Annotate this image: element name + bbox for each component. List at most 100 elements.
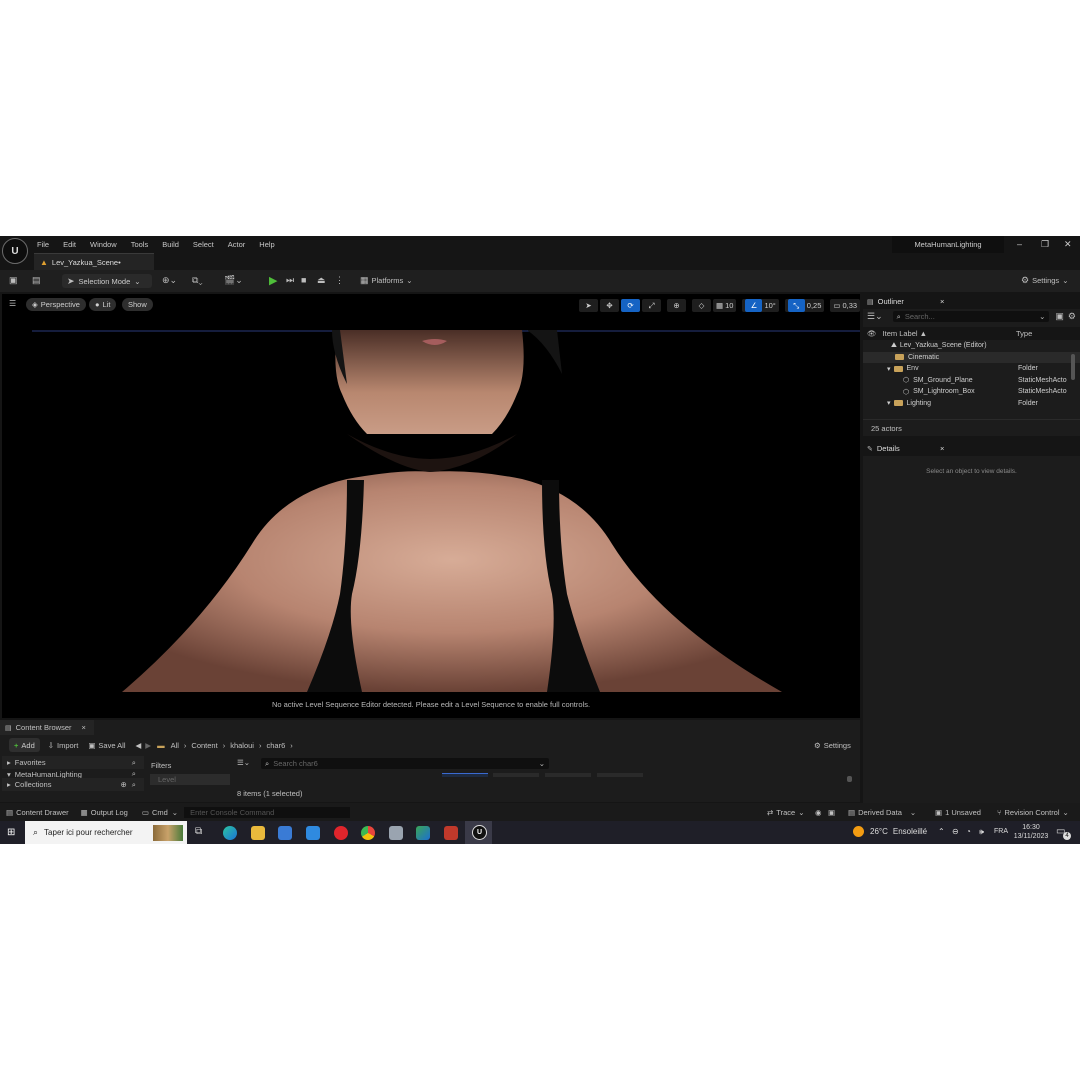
unreal-logo-icon[interactable]: U <box>2 238 28 264</box>
trace-button[interactable]: ⇄ Trace ⌄ <box>767 808 805 817</box>
content-drawer-button[interactable]: ▤ Content Drawer <box>6 808 69 817</box>
search-icon[interactable]: ⌕ <box>132 780 136 790</box>
visibility-icon[interactable]: 👁 <box>867 329 877 338</box>
chrome-icon[interactable] <box>361 826 375 840</box>
menu-select[interactable]: Select <box>193 240 214 249</box>
blueprint-icon[interactable]: ⧉⌄ <box>192 275 203 286</box>
browse-icon[interactable]: ▤ <box>32 275 41 286</box>
weather-widget[interactable]: 26°C Ensoleillé <box>853 826 927 837</box>
stop-icon[interactable]: ■ <box>301 275 306 285</box>
outliner-row[interactable]: ⬡ SM_Lightroom_Box StaticMeshActo <box>863 386 1080 398</box>
column-item-label[interactable]: Item Label ▲ <box>883 329 928 338</box>
scale-tool-icon[interactable]: ⤢ <box>642 299 661 312</box>
save-icon[interactable]: ▣ <box>9 275 18 286</box>
breadcrumb-content[interactable]: Content <box>191 741 217 750</box>
close-icon[interactable]: × <box>940 444 944 453</box>
outliner-row[interactable]: ▾ Lighting Folder <box>863 398 1080 410</box>
level-viewport[interactable]: ☰ ◈ Perspective ● Lit Show ➤ ✥ ⟳ ⤢ ⊕ ◇ ▦ <box>2 294 860 718</box>
app-icon[interactable] <box>444 826 458 840</box>
taskbar-search[interactable]: ⌕ Taper ici pour rechercher <box>25 821 187 844</box>
revision-control-button[interactable]: ⑂ Revision Control ⌄ <box>997 808 1069 817</box>
breadcrumb-all[interactable]: All <box>171 741 179 750</box>
select-tool-icon[interactable]: ➤ <box>579 299 598 312</box>
gear-icon[interactable]: ⚙ <box>1068 311 1076 322</box>
clock[interactable]: 16:30 13/11/2023 <box>1012 823 1050 841</box>
outliner-row[interactable]: Cinematic <box>863 351 1080 363</box>
language-indicator[interactable]: FRA <box>994 828 1008 835</box>
column-type[interactable]: Type <box>1016 329 1032 338</box>
app-icon[interactable] <box>416 826 430 840</box>
minimize-icon[interactable]: – <box>1017 239 1022 249</box>
menu-file[interactable]: File <box>37 240 49 249</box>
selection-mode-button[interactable]: ➤ Selection Mode ⌄ <box>62 274 152 288</box>
import-button[interactable]: ⇩ Import <box>48 741 79 750</box>
console-input[interactable]: Enter Console Command <box>184 806 351 818</box>
lit-button[interactable]: ● Lit <box>89 298 117 311</box>
output-log-button[interactable]: ▦ Output Log <box>81 808 128 817</box>
favorites-section[interactable]: ▸ Favorites ⌕ <box>2 756 144 769</box>
chevron-up-icon[interactable]: ⌃ <box>938 827 945 836</box>
camera-speed-button[interactable]: ▭ 0,33 <box>830 299 860 312</box>
cinematics-icon[interactable]: 🎬⌄ <box>224 275 243 286</box>
windows-start-icon[interactable]: ⊞ <box>7 827 15 838</box>
breadcrumb-char6[interactable]: char6 <box>266 741 285 750</box>
world-space-icon[interactable]: ⊕ <box>667 299 686 312</box>
surface-snap-icon[interactable]: ◇ <box>692 299 711 312</box>
save-all-button[interactable]: ▣ Save All <box>88 741 125 750</box>
derived-data-button[interactable]: ▤ Derived Data ⌄ <box>848 808 916 817</box>
outliner-row[interactable]: ⬡ SM_Ground_Plane StaticMeshActo <box>863 375 1080 387</box>
mail-icon[interactable] <box>306 826 320 840</box>
volume-icon[interactable]: 🕪 <box>979 827 984 837</box>
menu-edit[interactable]: Edit <box>63 240 76 249</box>
platforms-button[interactable]: ▦ Platforms ⌄ <box>360 275 413 286</box>
rotation-snap-button[interactable]: ∠ 10° <box>742 299 779 312</box>
search-icon[interactable]: ⌕ <box>132 770 136 778</box>
search-icon[interactable]: ⌕ <box>132 758 136 768</box>
collections-section[interactable]: ▸ Collections ⊕ ⌕ <box>2 778 144 791</box>
menu-actor[interactable]: Actor <box>228 240 246 249</box>
perspective-button[interactable]: ◈ Perspective <box>26 298 86 311</box>
add-button[interactable]: + Add <box>9 738 40 752</box>
viewport-menu-icon[interactable]: ☰ <box>9 299 16 308</box>
file-explorer-icon[interactable] <box>251 826 265 840</box>
eject-icon[interactable]: ⏏ <box>317 275 326 286</box>
asset-tile[interactable] <box>545 773 591 777</box>
asset-tile[interactable] <box>493 773 539 777</box>
app-icon[interactable] <box>389 826 403 840</box>
menu-tools[interactable]: Tools <box>131 240 149 249</box>
restore-icon[interactable]: ❐ <box>1041 239 1049 250</box>
more-options-icon[interactable]: ⋮ <box>335 275 344 286</box>
add-folder-icon[interactable]: ▣ <box>1055 311 1064 322</box>
history-forward-icon[interactable]: ▶ <box>145 741 151 750</box>
close-icon[interactable]: × <box>81 723 85 732</box>
add-actor-icon[interactable]: ⊕⌄ <box>162 275 177 286</box>
record-icon[interactable]: ◉ <box>815 808 822 817</box>
tab-level[interactable]: ▲ Lev_Yazkua_Scene• <box>34 253 154 271</box>
outliner-scrollbar[interactable] <box>1071 354 1075 380</box>
meta-folder-row[interactable]: ▾ MetaHumanLighting ⌕ <box>2 770 144 778</box>
edge-icon[interactable] <box>223 826 237 840</box>
menu-build[interactable]: Build <box>162 240 179 249</box>
outliner-row[interactable]: ▾ Env Folder <box>863 363 1080 375</box>
close-icon[interactable]: × <box>940 297 944 306</box>
move-tool-icon[interactable]: ✥ <box>600 299 619 312</box>
history-back-icon[interactable]: ◀ <box>136 741 142 750</box>
play-icon[interactable]: ▶ <box>269 274 277 287</box>
asset-search-input[interactable]: ⌕ Search char6 ⌄ <box>261 758 549 769</box>
unreal-taskbar-button[interactable]: U <box>465 821 492 844</box>
menu-help[interactable]: Help <box>259 240 274 249</box>
content-browser-tab[interactable]: ▤ Content Browser × <box>0 720 94 735</box>
add-icon[interactable]: ⊕ <box>121 780 127 789</box>
filter-icon[interactable]: ☰⌄ <box>867 311 883 322</box>
close-icon[interactable]: ✕ <box>1064 239 1072 250</box>
grid-snap-button[interactable]: ▦ 10 <box>713 299 737 312</box>
asset-tile[interactable] <box>442 773 488 777</box>
store-icon[interactable] <box>278 826 292 840</box>
scale-snap-button[interactable]: ⤡ 0,25 <box>784 299 825 312</box>
opera-icon[interactable] <box>334 826 348 840</box>
unsaved-button[interactable]: ▣ 1 Unsaved <box>935 808 981 817</box>
screenshot-icon[interactable]: ▣ <box>828 808 835 817</box>
cmd-dropdown[interactable]: ▭ Cmd ⌄ <box>142 808 178 817</box>
step-icon[interactable]: ⏭ <box>286 275 294 286</box>
outliner-row[interactable]: ⛰ Lev_Yazkua_Scene (Editor) <box>863 340 1080 352</box>
